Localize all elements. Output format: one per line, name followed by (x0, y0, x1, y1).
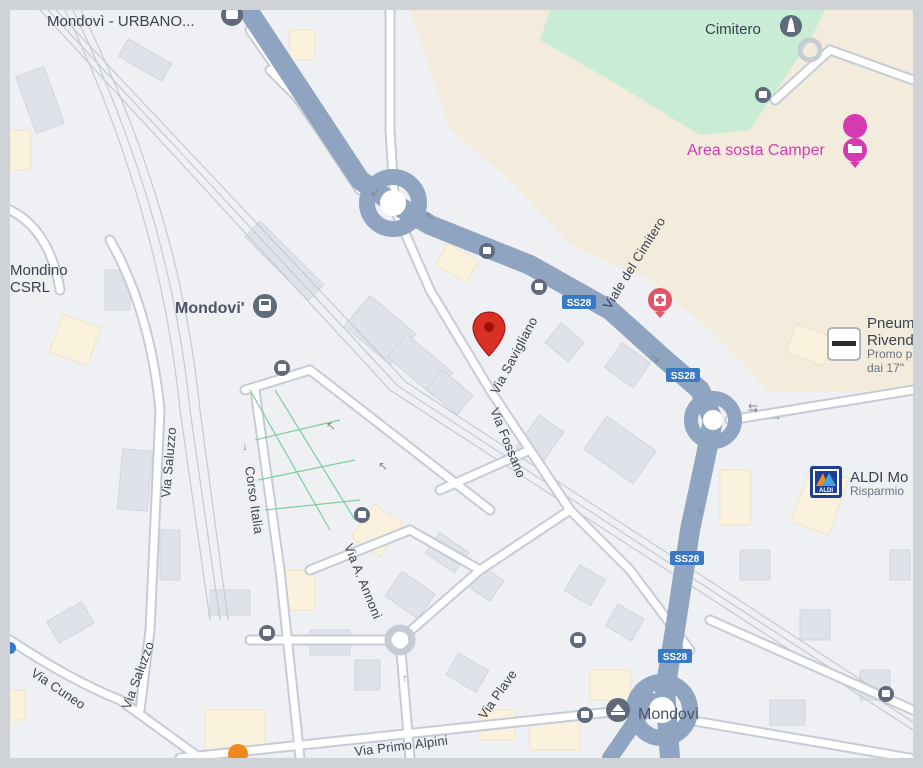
bus-stop-icon (577, 707, 593, 723)
bus-stop-icon (259, 625, 275, 641)
train-station-icon[interactable] (253, 294, 277, 318)
bus-stop-icon (354, 507, 370, 523)
bus-station-icon-top[interactable] (221, 10, 243, 26)
tyre-shop-icon[interactable] (827, 327, 861, 361)
bus-stop-icon (479, 243, 495, 259)
location-pin-icon[interactable] (472, 311, 506, 357)
place-label-mondino-2[interactable]: CSRL (10, 279, 50, 296)
route-shield-2: SS28 (666, 368, 700, 382)
route-shield-1: SS28 (562, 295, 596, 309)
place-label-mondovi-urbano[interactable]: Mondovì - URBANO... (47, 13, 195, 30)
route-shield-4: SS28 (658, 649, 692, 663)
place-label-cimitero[interactable]: Cimitero (705, 21, 761, 38)
svg-text:↘: ↘ (650, 351, 660, 365)
svg-text:↑: ↑ (402, 671, 408, 685)
svg-text:↖: ↖ (378, 459, 388, 473)
place-label-mondovi-bottom[interactable]: Mondovì (638, 706, 699, 723)
bus-stop-icon (274, 360, 290, 376)
place-label-pneu-3[interactable]: Promo p (867, 347, 913, 361)
bus-stop-icon (531, 279, 547, 295)
svg-text:↙: ↙ (370, 185, 380, 199)
svg-text:⇆: ⇆ (748, 401, 758, 415)
svg-text:ALDI: ALDI (819, 488, 833, 494)
cemetery-icon[interactable] (780, 15, 802, 37)
svg-text:SS28: SS28 (567, 298, 592, 309)
svg-text:SS28: SS28 (671, 371, 696, 382)
place-label-area-sosta[interactable]: Area sosta Camper (687, 142, 826, 159)
svg-text:↑: ↑ (698, 504, 704, 518)
place-label-pneu-4[interactable]: dai 17" (867, 361, 904, 375)
svg-text:SS28: SS28 (663, 652, 688, 663)
bus-stop-icon (570, 632, 586, 648)
svg-text:→: → (770, 409, 782, 423)
place-label-mondino-1[interactable]: Mondino (10, 262, 68, 279)
svg-text:↖: ↖ (326, 419, 336, 433)
place-label-pneu-1[interactable]: Pneum (867, 315, 913, 332)
map-canvas[interactable]: ↙ ↖ ↘ ⇆ → ↑ ↓ ↖ ↖ ↑ Viale del Cimitero V… (10, 10, 913, 758)
svg-text:↓: ↓ (242, 439, 248, 453)
landmark-icon[interactable] (606, 698, 630, 722)
place-label-aldi-2[interactable]: Risparmio (850, 484, 904, 498)
place-label-mondovi-station[interactable]: Mondovi' (175, 300, 245, 317)
aldi-logo-icon[interactable]: ALDI (810, 466, 842, 498)
medical-icon[interactable] (648, 288, 672, 318)
svg-text:SS28: SS28 (675, 554, 700, 565)
route-shield-3: SS28 (670, 551, 704, 565)
bus-stop-icon (755, 87, 771, 103)
bus-stop-icon (878, 686, 894, 702)
svg-text:↖: ↖ (425, 209, 435, 223)
